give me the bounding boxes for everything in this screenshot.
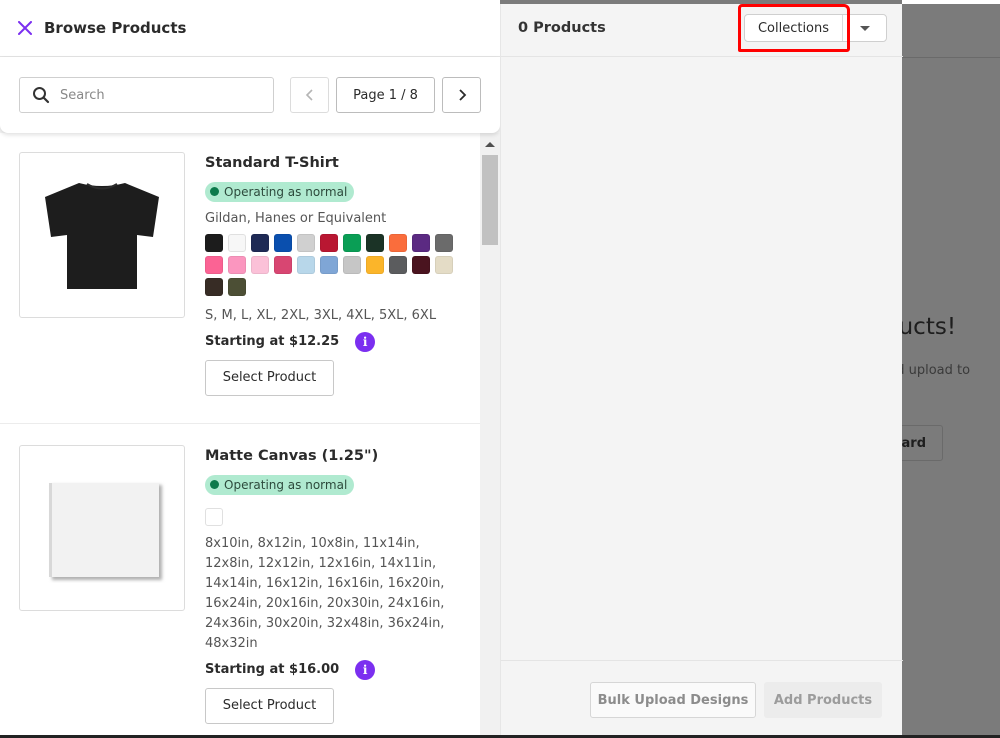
status-dot-icon: [210, 187, 219, 196]
product-info: Standard T-Shirt Operating as normal Gil…: [205, 155, 470, 396]
color-swatch[interactable]: [228, 277, 246, 296]
collections-split-button: Collections: [744, 14, 887, 42]
caret-down-icon: [859, 25, 870, 31]
scroll-thumb[interactable]: [482, 155, 498, 245]
background-top-strip: [902, 0, 1000, 4]
close-icon[interactable]: [17, 20, 33, 36]
status-dot-icon: [210, 480, 219, 489]
next-page-button[interactable]: [442, 77, 481, 113]
color-swatch[interactable]: [205, 233, 223, 252]
status-badge: Operating as normal: [205, 181, 355, 202]
previous-page-button[interactable]: [290, 77, 329, 113]
color-swatch[interactable]: [205, 255, 223, 274]
collections-dropdown-button[interactable]: [843, 15, 886, 41]
product-card: Standard T-Shirt Operating as normal Gil…: [0, 133, 480, 424]
tshirt-image: [45, 183, 159, 289]
selected-products-footer: Bulk Upload Designs Add Products: [501, 660, 903, 738]
status-text: Operating as normal: [224, 184, 348, 199]
color-swatch[interactable]: [205, 277, 223, 296]
product-image-tshirt[interactable]: [19, 152, 185, 318]
bulk-upload-designs-button[interactable]: Bulk Upload Designs: [590, 682, 756, 718]
product-title: Matte Canvas (1.25"): [205, 448, 379, 464]
product-price: Starting at $12.25: [205, 334, 340, 349]
scroll-up-arrow-icon[interactable]: [485, 142, 495, 147]
select-product-button[interactable]: Select Product: [205, 359, 334, 396]
color-swatch[interactable]: [389, 255, 407, 274]
select-product-button[interactable]: Select Product: [205, 687, 334, 724]
color-swatch[interactable]: [435, 255, 453, 274]
color-swatch[interactable]: [412, 255, 430, 274]
color-swatches: [205, 233, 455, 296]
color-swatch[interactable]: [435, 233, 453, 252]
price-row: Starting at $16.00 i: [205, 659, 470, 680]
product-brand: Gildan, Hanes or Equivalent: [205, 210, 387, 226]
color-swatch[interactable]: [251, 255, 269, 274]
product-info: Matte Canvas (1.25") Operating as normal…: [205, 448, 470, 724]
selected-products-header: 0 Products Collections: [501, 4, 903, 57]
canvas-image: [49, 483, 162, 580]
chevron-left-icon: [305, 89, 313, 101]
panel-header: Browse Products: [0, 0, 500, 57]
price-row: Starting at $12.25 i: [205, 331, 470, 352]
color-swatch[interactable]: [412, 233, 430, 252]
panel-title: Browse Products: [44, 19, 187, 37]
color-swatch[interactable]: [343, 255, 361, 274]
color-swatches: [205, 507, 455, 526]
info-icon[interactable]: i: [355, 331, 376, 352]
color-swatch[interactable]: [274, 255, 292, 274]
color-swatch[interactable]: [297, 233, 315, 252]
search-icon: [32, 86, 50, 104]
color-swatch[interactable]: [228, 233, 246, 252]
color-swatch[interactable]: [274, 233, 292, 252]
color-swatch[interactable]: [297, 255, 315, 274]
product-list: Standard T-Shirt Operating as normal Gil…: [0, 133, 480, 738]
chevron-right-icon: [458, 89, 466, 101]
product-card: Matte Canvas (1.25") Operating as normal…: [0, 425, 480, 738]
color-swatch[interactable]: [366, 233, 384, 252]
search-toolbar: Page 1 / 8: [0, 57, 500, 133]
search-field[interactable]: [19, 77, 274, 113]
info-icon[interactable]: i: [355, 659, 376, 680]
product-title: Standard T-Shirt: [205, 155, 339, 171]
product-price: Starting at $16.00: [205, 662, 340, 677]
browse-products-panel: Browse Products Page 1 / 8 St: [0, 0, 500, 738]
background-divider: [902, 57, 1000, 58]
color-swatch[interactable]: [251, 233, 269, 252]
products-count: 0 Products: [518, 20, 606, 36]
product-image-canvas[interactable]: [19, 445, 185, 611]
color-swatch[interactable]: [343, 233, 361, 252]
search-input[interactable]: [60, 87, 250, 103]
product-sizes: S, M, L, XL, 2XL, 3XL, 4XL, 5XL, 6XL: [205, 307, 437, 323]
page-indicator[interactable]: Page 1 / 8: [336, 77, 435, 113]
color-swatch[interactable]: [389, 233, 407, 252]
product-sizes: 8x10in, 8x12in, 10x8in, 11x14in, 12x8in,…: [205, 535, 445, 651]
color-swatch[interactable]: [320, 255, 338, 274]
color-swatch[interactable]: [205, 507, 223, 526]
color-swatch[interactable]: [228, 255, 246, 274]
color-swatch[interactable]: [366, 255, 384, 274]
collections-button[interactable]: Collections: [745, 15, 843, 41]
status-badge: Operating as normal: [205, 474, 355, 495]
status-text: Operating as normal: [224, 477, 348, 492]
selected-products-panel: 0 Products Collections Bulk Upload Desig…: [500, 4, 903, 738]
color-swatch[interactable]: [320, 233, 338, 252]
scrollbar[interactable]: [480, 133, 500, 738]
add-products-button[interactable]: Add Products: [764, 682, 882, 718]
